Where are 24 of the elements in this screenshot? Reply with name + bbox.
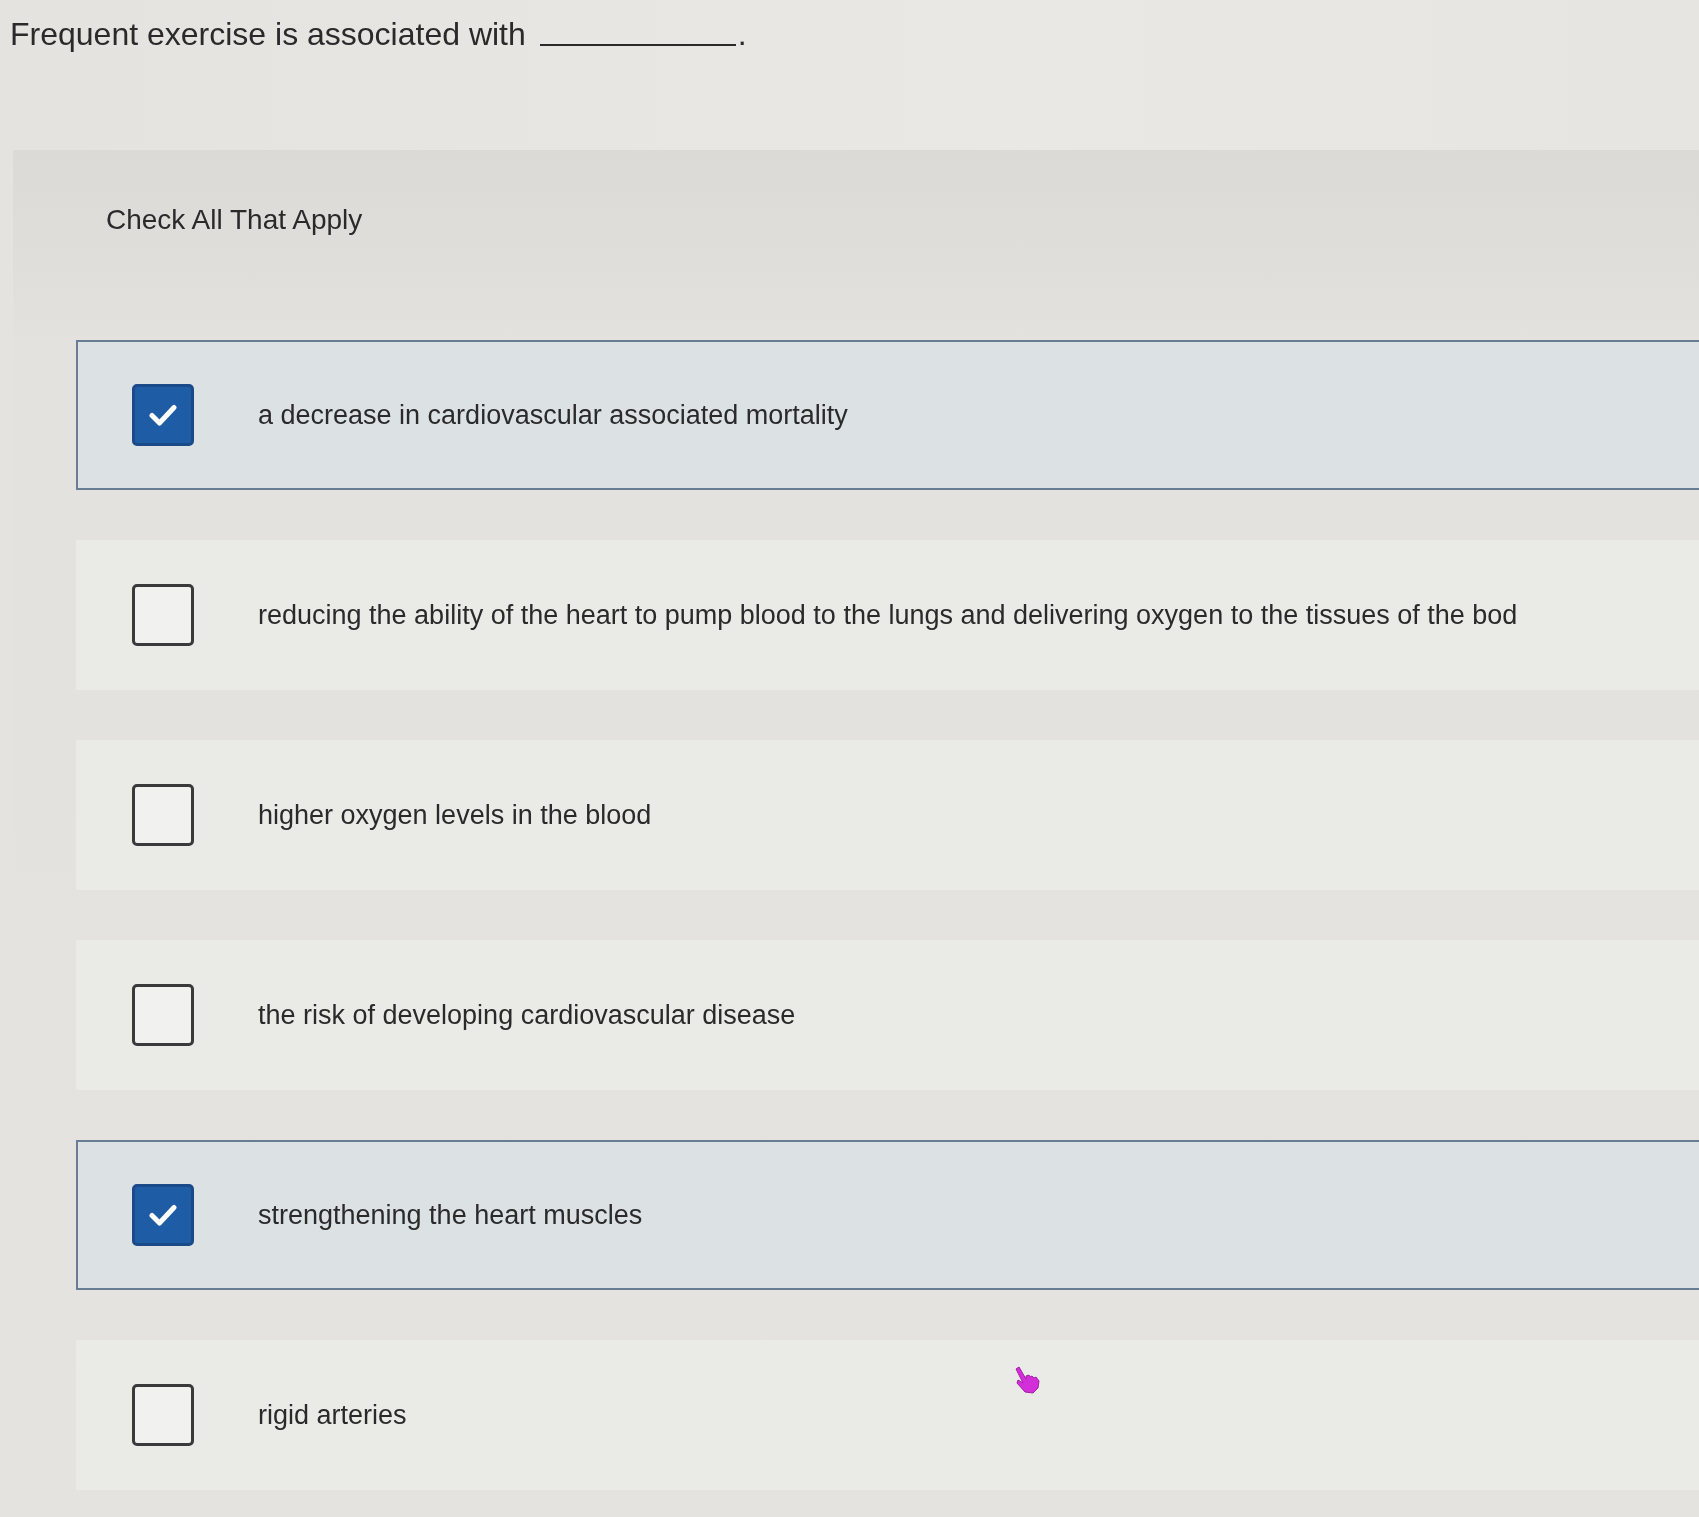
- checkbox[interactable]: [132, 1184, 194, 1246]
- option-label: rigid arteries: [258, 1399, 407, 1432]
- option-row[interactable]: higher oxygen levels in the blood: [76, 740, 1699, 890]
- option-label: strengthening the heart muscles: [258, 1199, 643, 1232]
- checkbox[interactable]: [132, 784, 194, 846]
- option-row[interactable]: a decrease in cardiovascular associated mortality: [76, 340, 1699, 490]
- checkmark-icon: [149, 404, 177, 426]
- option-label: the risk of developing cardiovascular disease: [258, 999, 796, 1032]
- checkbox[interactable]: [132, 584, 194, 646]
- checkbox[interactable]: [132, 984, 194, 1046]
- option-label: a decrease in cardiovascular associated mortality: [258, 399, 848, 432]
- question-period: .: [737, 15, 747, 54]
- option-label: reducing the ability of the heart to pump blood to the lungs and delivering oxygen to the tissues of the bod: [258, 599, 1518, 632]
- option-row[interactable]: the risk of developing cardiovascular disease: [76, 940, 1699, 1090]
- checkmark-icon: [149, 1204, 177, 1226]
- instruction-text: Check All That Apply: [106, 203, 363, 237]
- option-label: higher oxygen levels in the blood: [258, 799, 652, 832]
- option-row[interactable]: rigid arteries: [76, 1340, 1699, 1490]
- option-row[interactable]: reducing the ability of the heart to pump blood to the lungs and delivering oxygen to the tissues of the bod: [76, 540, 1699, 690]
- option-row[interactable]: strengthening the heart muscles: [76, 1140, 1699, 1290]
- question-text: Frequent exercise is associated with: [10, 15, 526, 54]
- hand-cursor-icon: [1013, 1365, 1043, 1395]
- checkbox[interactable]: [132, 384, 194, 446]
- checkbox[interactable]: [132, 1384, 194, 1446]
